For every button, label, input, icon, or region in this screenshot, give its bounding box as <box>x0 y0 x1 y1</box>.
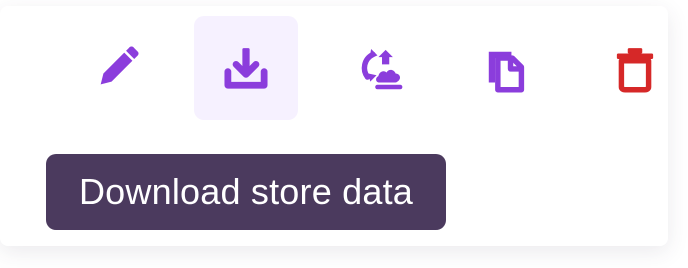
restore-button[interactable] <box>330 16 434 120</box>
download-store-data-button[interactable] <box>194 16 298 120</box>
copy-icon <box>488 51 525 93</box>
tooltip-text: Download store data <box>78 171 413 212</box>
action-toolbar <box>0 16 688 120</box>
copy-button[interactable] <box>454 16 558 120</box>
trash-icon <box>616 48 654 93</box>
restore-icon <box>361 48 403 90</box>
pencil-icon <box>100 46 139 85</box>
tooltip: Download store data <box>46 154 446 230</box>
download-icon <box>224 48 268 89</box>
edit-button[interactable] <box>65 16 169 120</box>
delete-button[interactable] <box>583 16 687 120</box>
